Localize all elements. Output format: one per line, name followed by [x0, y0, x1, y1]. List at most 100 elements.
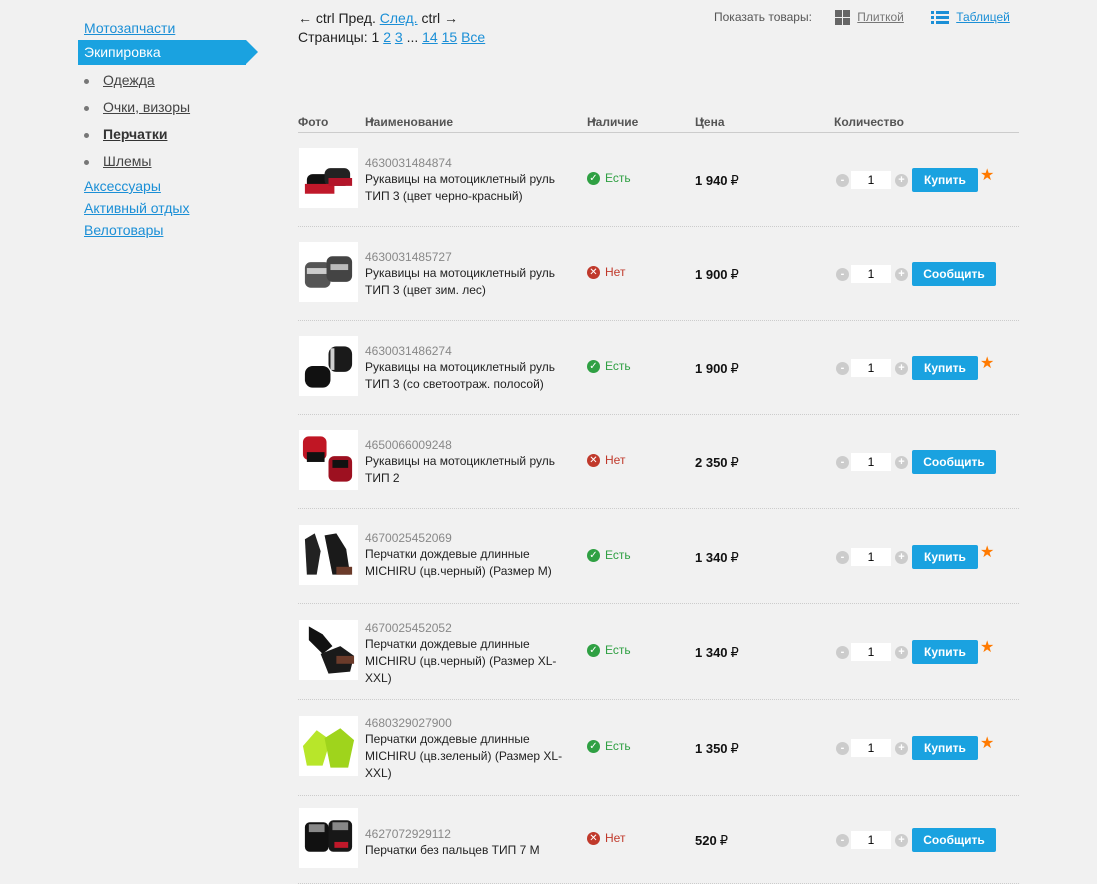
header-qty: Количество: [834, 115, 904, 129]
buy-button[interactable]: Купить: [912, 736, 978, 760]
sidebar-subitem-label[interactable]: Шлемы: [103, 153, 151, 169]
minus-icon[interactable]: -: [836, 646, 849, 659]
sidebar-item-aktivnyy-otdyh[interactable]: Активный отдых: [78, 197, 258, 219]
favorite-star-icon[interactable]: ★: [980, 356, 994, 372]
sidebar-item-aksessuary[interactable]: Аксессуары: [78, 175, 258, 197]
product-price: 1 900 ₽: [695, 361, 739, 377]
check-circle-icon: ✓: [587, 644, 600, 658]
view-tiles-link[interactable]: Плиткой: [857, 10, 904, 24]
price-value: 1 350: [695, 741, 728, 756]
sidebar-item-ekipirovka[interactable]: Экипировка: [78, 40, 258, 65]
table-header: Фото Наименование ▼ Наличие ▼ Цена ▼ Количе…: [298, 114, 1019, 133]
buy-button[interactable]: Купить: [912, 356, 978, 380]
sidebar-item-motozapchasti[interactable]: Мотозапчасти: [78, 17, 258, 39]
buy-button[interactable]: Купить: [912, 168, 978, 192]
product-photo[interactable]: [299, 336, 358, 396]
product-price: 520 ₽: [695, 833, 728, 849]
price-value: 1 340: [695, 550, 728, 565]
minus-icon[interactable]: -: [836, 742, 849, 755]
minus-icon[interactable]: -: [836, 174, 849, 187]
sidebar-subitem-odezhda[interactable]: Одежда: [78, 67, 258, 94]
sidebar-subitem-label[interactable]: Одежда: [103, 72, 155, 88]
pager-prev-next: ← ctrl Пред. След. ctrl →: [298, 9, 485, 28]
grid-icon[interactable]: [835, 10, 851, 26]
product-photo[interactable]: [299, 808, 358, 868]
product-photo[interactable]: [299, 430, 358, 490]
notify-button[interactable]: Сообщить: [912, 450, 996, 474]
quantity-input[interactable]: [851, 831, 891, 849]
favorite-star-icon[interactable]: ★: [980, 736, 994, 752]
availability-text: Есть: [605, 359, 631, 373]
product-photo[interactable]: [299, 148, 358, 208]
currency-icon: ₽: [730, 645, 739, 660]
pager-ellipsis: ...: [406, 29, 419, 45]
sidebar-subitem-label[interactable]: Перчатки: [103, 126, 167, 142]
plus-icon[interactable]: +: [895, 551, 908, 564]
product-name-link[interactable]: Перчатки дождевые длинные MICHIRU (цв.зе…: [365, 731, 580, 782]
currency-icon: ₽: [730, 173, 739, 188]
product-photo[interactable]: [299, 242, 358, 302]
sidebar-subitem-label[interactable]: Очки, визоры: [103, 99, 190, 115]
currency-icon: ₽: [730, 741, 739, 756]
minus-icon[interactable]: -: [836, 268, 849, 281]
availability-text: Есть: [605, 643, 631, 657]
product-name-link[interactable]: Рукавицы на мотоциклетный руль ТИП 2: [365, 453, 580, 487]
product-photo[interactable]: [299, 525, 358, 585]
quantity-input[interactable]: [851, 739, 891, 757]
favorite-star-icon[interactable]: ★: [980, 545, 994, 561]
plus-icon[interactable]: +: [895, 268, 908, 281]
favorite-star-icon[interactable]: ★: [980, 168, 994, 184]
product-name-link[interactable]: Перчатки дождевые длинные MICHIRU (цв.че…: [365, 546, 580, 580]
header-name-label: Наименование: [365, 115, 454, 129]
availability: ✓ Есть: [587, 738, 631, 754]
plus-icon[interactable]: +: [895, 834, 908, 847]
plus-icon[interactable]: +: [895, 646, 908, 659]
currency-icon: ₽: [730, 267, 739, 282]
product-name-link[interactable]: Рукавицы на мотоциклетный руль ТИП 3 (цв…: [365, 171, 580, 205]
quantity-input[interactable]: [851, 265, 891, 283]
notify-button[interactable]: Сообщить: [912, 262, 996, 286]
quantity-input[interactable]: [851, 453, 891, 471]
sidebar-subitem-ochki[interactable]: Очки, визоры: [78, 94, 258, 121]
pager-next-link[interactable]: След.: [380, 10, 418, 26]
product-name-link[interactable]: Перчатки без пальцев ТИП 7 M: [365, 842, 580, 859]
product-name-link[interactable]: Рукавицы на мотоциклетный руль ТИП 3 (со…: [365, 359, 580, 393]
minus-icon[interactable]: -: [836, 551, 849, 564]
pager-all-link[interactable]: Все: [461, 29, 485, 45]
product-name-link[interactable]: Рукавицы на мотоциклетный руль ТИП 3 (цв…: [365, 265, 580, 299]
view-table-link[interactable]: Таблицей: [956, 10, 1010, 24]
product-price: 1 340 ₽: [695, 550, 739, 566]
pager-page-link[interactable]: 2: [383, 29, 391, 45]
minus-icon[interactable]: -: [836, 834, 849, 847]
buy-button[interactable]: Купить: [912, 640, 978, 664]
buy-button[interactable]: Купить: [912, 545, 978, 569]
minus-icon[interactable]: -: [836, 456, 849, 469]
plus-icon[interactable]: +: [895, 742, 908, 755]
pager-page-link[interactable]: 15: [442, 29, 458, 45]
pager-page-link[interactable]: 3: [395, 29, 403, 45]
availability: ✓ Есть: [587, 170, 631, 186]
list-icon[interactable]: [931, 10, 950, 25]
product-sku: 4630031484874: [365, 156, 452, 170]
product-photo[interactable]: [299, 716, 358, 776]
sidebar-item-velotovary[interactable]: Велотовары: [78, 219, 258, 241]
quantity-input[interactable]: [851, 643, 891, 661]
quantity-input[interactable]: [851, 171, 891, 189]
notify-button[interactable]: Сообщить: [912, 828, 996, 852]
price-value: 1 940: [695, 173, 728, 188]
plus-icon[interactable]: +: [895, 174, 908, 187]
product-photo[interactable]: [299, 620, 358, 680]
plus-icon[interactable]: +: [895, 456, 908, 469]
product-sku: 4650066009248: [365, 438, 452, 452]
minus-icon[interactable]: -: [836, 362, 849, 375]
favorite-star-icon[interactable]: ★: [980, 640, 994, 656]
product-sku: 4630031486274: [365, 344, 452, 358]
product-name-link[interactable]: Перчатки дождевые длинные MICHIRU (цв.че…: [365, 636, 580, 687]
plus-icon[interactable]: +: [895, 362, 908, 375]
quantity-input[interactable]: [851, 548, 891, 566]
sidebar-subitem-shlemy[interactable]: Шлемы: [78, 148, 258, 175]
quantity-input[interactable]: [851, 359, 891, 377]
sidebar-subitem-perchatki[interactable]: Перчатки: [78, 121, 258, 148]
pager-next-arrow: ctrl →: [421, 10, 459, 26]
pager-page-link[interactable]: 14: [422, 29, 438, 45]
